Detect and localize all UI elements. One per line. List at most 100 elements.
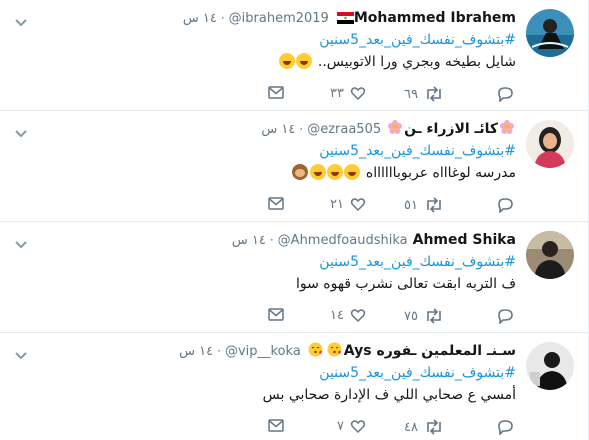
heart-icon bbox=[350, 87, 366, 101]
chevron-down-icon[interactable] bbox=[14, 14, 28, 27]
kissing-face-with-heart-icon bbox=[327, 342, 342, 361]
retweet-button[interactable]: ٧٥ bbox=[404, 308, 444, 324]
reply-button[interactable] bbox=[491, 419, 514, 435]
direct-message-button[interactable] bbox=[268, 419, 284, 432]
cherry-blossom-icon bbox=[388, 120, 403, 138]
separator-dot: · bbox=[217, 344, 221, 358]
like-count: ٢١ bbox=[330, 197, 344, 212]
timestamp[interactable]: ١٤ س bbox=[261, 122, 295, 137]
retweet-button[interactable]: ٦٩ bbox=[404, 86, 444, 102]
like-button[interactable]: ٧ bbox=[337, 419, 366, 434]
tweet[interactable]: Mohammed Ibrahem @ibrahem2019 · ١٤ س #بت… bbox=[0, 0, 588, 111]
retweet-count: ٥١ bbox=[404, 197, 418, 213]
envelope-icon bbox=[268, 197, 284, 210]
avatar[interactable] bbox=[526, 231, 574, 279]
retweet-icon bbox=[427, 86, 441, 102]
tweet[interactable]: كائـ الازراء ـن @ezraa505 · ١٤ س #بتشوف_… bbox=[0, 111, 588, 222]
reply-icon bbox=[498, 309, 513, 324]
like-button[interactable]: ١٤ bbox=[330, 308, 366, 323]
tweet-header: كائـ الازراء ـن @ezraa505 · ١٤ س bbox=[60, 119, 516, 139]
direct-message-button[interactable] bbox=[268, 86, 284, 99]
see-no-evil-monkey-icon bbox=[292, 164, 309, 180]
hashtag-link[interactable]: #بتشوف_نفسك_فين_بعد_5سنين bbox=[60, 31, 516, 49]
user-handle[interactable]: @Ahmedfoaudshika bbox=[278, 233, 408, 248]
avatar[interactable] bbox=[526, 9, 574, 57]
tweet-actions: ٦٩ ٣٣ bbox=[254, 86, 514, 104]
face-with-tears-of-joy-icon bbox=[327, 164, 344, 180]
reply-button[interactable] bbox=[491, 308, 514, 324]
tweet-header: Ahmed Shika @Ahmedfoaudshika · ١٤ س bbox=[60, 230, 516, 250]
like-button[interactable]: ٢١ bbox=[330, 197, 366, 212]
tweet-text-row: مدرسه لوغاااه عربوبااااااه bbox=[60, 164, 516, 183]
retweet-icon bbox=[427, 419, 441, 435]
retweet-icon bbox=[427, 197, 441, 213]
face-with-tears-of-joy-icon bbox=[279, 53, 296, 69]
face-with-tears-of-joy-icon bbox=[344, 164, 361, 180]
display-name[interactable]: سـنـ المعلمين ـفوره Ays bbox=[344, 343, 516, 359]
envelope-icon bbox=[268, 86, 284, 99]
avatar[interactable] bbox=[526, 120, 574, 168]
tweet-text: مدرسه لوغاااه عربوبااااااه bbox=[365, 165, 516, 181]
chevron-down-icon[interactable] bbox=[14, 125, 28, 138]
heart-icon bbox=[350, 420, 366, 434]
timestamp[interactable]: ١٤ س bbox=[179, 344, 213, 359]
display-name[interactable]: Ahmed Shika bbox=[413, 232, 516, 248]
timestamp[interactable]: ١٤ س bbox=[183, 11, 217, 26]
like-button[interactable]: ٣٣ bbox=[330, 86, 366, 101]
chevron-down-icon[interactable] bbox=[14, 236, 28, 249]
tweet-header: Mohammed Ibrahem @ibrahem2019 · ١٤ س bbox=[60, 8, 516, 28]
retweet-count: ٦٩ bbox=[404, 86, 418, 102]
like-count: ٧ bbox=[337, 419, 344, 434]
reply-icon bbox=[498, 420, 513, 435]
tweet-actions: ٥١ ٢١ bbox=[254, 197, 514, 215]
heart-icon bbox=[350, 309, 366, 323]
face-with-tears-of-joy-icon bbox=[310, 164, 327, 180]
tweet-text: أمسي ع صحابي اللي ف الإدارة صحابي بس bbox=[262, 387, 516, 403]
display-name[interactable]: Mohammed Ibrahem bbox=[354, 10, 516, 26]
user-handle[interactable]: @ibrahem2019 bbox=[229, 11, 329, 26]
tweet-text-row: ف التربه ابقت تعالى نشرب قهوه سوا bbox=[60, 275, 516, 294]
tweet[interactable]: Ahmed Shika @Ahmedfoaudshika · ١٤ س #بتش… bbox=[0, 222, 588, 333]
tweet-feed: Mohammed Ibrahem @ibrahem2019 · ١٤ س #بت… bbox=[0, 0, 589, 440]
tweet-text-row: أمسي ع صحابي اللي ف الإدارة صحابي بس bbox=[60, 386, 516, 405]
direct-message-button[interactable] bbox=[268, 197, 284, 210]
hashtag-link[interactable]: #بتشوف_نفسك_فين_بعد_5سنين bbox=[60, 364, 516, 382]
retweet-count: ٤٨ bbox=[404, 419, 418, 435]
like-count: ١٤ bbox=[330, 308, 344, 323]
tweet-header: سـنـ المعلمين ـفوره Ays @vip__koka · ١٤ … bbox=[60, 341, 516, 361]
retweet-count: ٧٥ bbox=[404, 308, 418, 324]
separator-dot: · bbox=[299, 122, 304, 136]
face-with-tears-of-joy-icon bbox=[296, 53, 313, 69]
heart-icon bbox=[350, 198, 366, 212]
retweet-button[interactable]: ٤٨ bbox=[404, 419, 444, 435]
tweet[interactable]: سـنـ المعلمين ـفوره Ays @vip__koka · ١٤ … bbox=[0, 333, 588, 440]
envelope-icon bbox=[268, 419, 284, 432]
separator-dot: · bbox=[269, 233, 274, 247]
reply-icon bbox=[498, 87, 513, 102]
cherry-blossom-icon bbox=[500, 120, 514, 138]
retweet-button[interactable]: ٥١ bbox=[404, 197, 444, 213]
display-name[interactable]: كائـ الازراء ـن bbox=[404, 121, 498, 137]
tweet-actions: ٤٨ ٧ bbox=[254, 419, 514, 437]
retweet-icon bbox=[427, 308, 441, 324]
tweet-text: شايل بطيخه وبجري ورا الاتوبيس.. bbox=[317, 54, 516, 70]
direct-message-button[interactable] bbox=[268, 308, 284, 321]
user-handle[interactable]: @ezraa505 bbox=[307, 122, 381, 137]
tweet-actions: ٧٥ ١٤ bbox=[254, 308, 514, 326]
avatar[interactable] bbox=[526, 342, 574, 390]
envelope-icon bbox=[268, 308, 284, 321]
chevron-down-icon[interactable] bbox=[14, 347, 28, 360]
tweet-text-row: شايل بطيخه وبجري ورا الاتوبيس.. bbox=[60, 53, 516, 72]
hashtag-link[interactable]: #بتشوف_نفسك_فين_بعد_5سنين bbox=[60, 253, 516, 271]
reply-button[interactable] bbox=[491, 86, 514, 102]
separator-dot: · bbox=[220, 11, 225, 25]
egypt-flag-icon bbox=[336, 12, 354, 24]
timestamp[interactable]: ١٤ س bbox=[232, 233, 266, 248]
reply-button[interactable] bbox=[491, 197, 514, 213]
like-count: ٣٣ bbox=[330, 86, 344, 101]
reply-icon bbox=[498, 198, 513, 213]
kissing-face-with-heart-icon bbox=[308, 342, 323, 361]
tweet-text: ف التربه ابقت تعالى نشرب قهوه سوا bbox=[295, 276, 516, 292]
hashtag-link[interactable]: #بتشوف_نفسك_فين_بعد_5سنين bbox=[60, 142, 516, 160]
user-handle[interactable]: @vip__koka bbox=[225, 344, 301, 359]
